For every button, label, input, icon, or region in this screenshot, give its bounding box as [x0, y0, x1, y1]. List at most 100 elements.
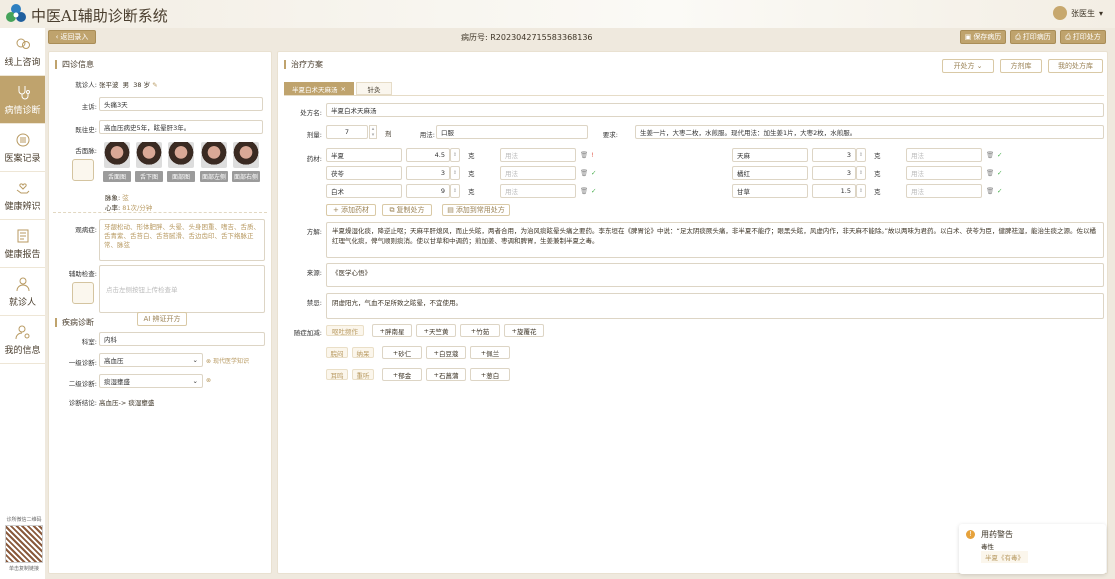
obs-text[interactable]: 牙龈松动、形体肥胖、头晕、头身困重、嗜吉、舌质、舌青紫、舌苔白、舌苔腻滑、舌边齿…	[99, 219, 265, 261]
dose-stepper[interactable]: ▴ ▾	[369, 125, 377, 139]
qty-stepper[interactable]: ⇕	[856, 184, 866, 198]
sidebar-item-diagnosis[interactable]: 病情诊断	[0, 76, 45, 124]
herb-name-input[interactable]: 半夏	[326, 148, 402, 162]
patient-sex: 男	[122, 81, 130, 89]
herb-name-input[interactable]: 茯苓	[326, 166, 402, 180]
herb-unit: 克	[870, 184, 900, 198]
qty-stepper[interactable]: ⇕	[856, 148, 866, 162]
add-herb-chip[interactable]: + 竹茹	[460, 324, 500, 337]
upload-report-icon[interactable]	[72, 282, 94, 304]
herb-unit: 克	[870, 166, 900, 180]
herb-usage-input[interactable]: 用法	[500, 148, 576, 162]
dose-input[interactable]: 7	[326, 125, 368, 139]
d2-select[interactable]: 痰湿壅盛 ⌄	[99, 374, 203, 388]
face-right-btn[interactable]: 面部右侧	[232, 171, 260, 182]
herb-qty-input[interactable]: 3	[812, 166, 856, 180]
ai-diagnose-button[interactable]: AI 辨证开方	[137, 312, 187, 326]
herb-unit: 克	[464, 166, 494, 180]
herb-usage-input[interactable]: 用法	[906, 166, 982, 180]
add-herb-button[interactable]: + 添加药材	[326, 204, 376, 216]
user-menu[interactable]: 张医生 ▾	[1052, 6, 1103, 20]
face-left-photo[interactable]	[201, 142, 227, 168]
herb-name-input[interactable]: 白术	[326, 184, 402, 198]
edit-icon[interactable]: ✎	[152, 81, 157, 89]
face-btn[interactable]: 面部图	[167, 171, 195, 182]
face-photo[interactable]	[168, 142, 194, 168]
add-herb-chip[interactable]: + 白豆蔻	[426, 346, 466, 359]
qty-stepper[interactable]: ⇕	[450, 148, 460, 162]
herb-qty-input[interactable]: 3	[812, 148, 856, 162]
d1-select[interactable]: 高血压 ⌄	[99, 353, 203, 367]
sidebar-item-consult[interactable]: 线上咨询	[0, 28, 45, 76]
sidebar-item-profile[interactable]: 我的信息	[0, 316, 45, 364]
face-left-btn[interactable]: 面部左侧	[200, 171, 228, 182]
trash-icon[interactable]: 🗑	[986, 148, 996, 162]
upload-image-icon[interactable]	[72, 159, 94, 181]
chevron-left-icon: ‹	[55, 33, 59, 41]
herb-usage-input[interactable]: 用法	[500, 184, 576, 198]
qr-code[interactable]	[5, 525, 43, 563]
copy-rx-button[interactable]: ⧉ 复制处方	[382, 204, 432, 216]
chat-icon	[16, 38, 30, 49]
trash-icon[interactable]: 🗑	[986, 166, 996, 180]
tongue-under-photo[interactable]	[136, 142, 162, 168]
trash-icon[interactable]: 🗑	[986, 184, 996, 198]
herb-qty-input[interactable]: 9	[406, 184, 450, 198]
face-right-photo[interactable]	[233, 142, 259, 168]
herb-usage-input[interactable]: 用法	[500, 166, 576, 180]
print-record-button[interactable]: ⎙ 打印病历	[1010, 30, 1056, 44]
close-circle-icon[interactable]: ⊗	[206, 377, 211, 384]
sidebar-item-report[interactable]: 健康报告	[0, 220, 45, 268]
trash-icon[interactable]: 🗑	[580, 166, 590, 180]
print-rx-button[interactable]: ⎙ 打印处方	[1060, 30, 1106, 44]
history-input[interactable]: 高血压病史5年，眩晕肝3年。	[99, 120, 263, 134]
qty-stepper[interactable]: ⇕	[450, 184, 460, 198]
herb-qty-input[interactable]: 4.5	[406, 148, 450, 162]
tab-formula[interactable]: 半夏白术天麻汤 ×	[284, 82, 354, 95]
tongue-under-btn[interactable]: 舌下图	[135, 171, 163, 182]
add-herb-chip[interactable]: + 砂仁	[382, 346, 422, 359]
herb-usage-input[interactable]: 用法	[906, 148, 982, 162]
src-text[interactable]: 《医学心悟》	[326, 263, 1104, 287]
add-herb-chip[interactable]: + 石菖蒲	[426, 368, 466, 381]
close-icon[interactable]: ×	[341, 85, 346, 93]
req-input[interactable]: 生姜一片，大枣二枚，水煎服。现代用法：加生姜1片，大枣2枚，水煎服。	[635, 125, 1104, 139]
trash-icon[interactable]: 🗑	[580, 184, 590, 198]
open-rx-button[interactable]: 开处方 ⌄	[942, 59, 994, 73]
herb-chip-label: 胖南星	[384, 327, 405, 336]
sidebar-item-records[interactable]: 医案记录	[0, 124, 45, 172]
sidebar-item-health-id[interactable]: 健康辨识	[0, 172, 45, 220]
back-button[interactable]: ‹ 返回录入	[48, 30, 96, 44]
add-common-button[interactable]: ▤ 添加到常用处方	[442, 204, 510, 216]
herb-name-input[interactable]: 橘红	[732, 166, 808, 180]
tongue-photo[interactable]	[104, 142, 130, 168]
add-herb-chip[interactable]: + 葱白	[470, 368, 510, 381]
taboo-text[interactable]: 阴虚阳亢，气血不足所致之眩晕，不宜使用。	[326, 293, 1104, 319]
tongue-btn[interactable]: 舌面图	[103, 171, 131, 182]
herb-qty-input[interactable]: 3	[406, 166, 450, 180]
trash-icon[interactable]: 🗑	[580, 148, 590, 162]
herb-usage-input[interactable]: 用法	[906, 184, 982, 198]
qty-stepper[interactable]: ⇕	[856, 166, 866, 180]
save-record-button[interactable]: ▣ 保存病历	[960, 30, 1006, 44]
modern-link[interactable]: ⊗ 现代医学知识	[206, 356, 249, 365]
my-rx-button[interactable]: 我的处方库	[1048, 59, 1103, 73]
tab-acupuncture[interactable]: 针灸	[356, 82, 392, 95]
dept-select[interactable]: 内科	[99, 332, 265, 346]
herb-qty-input[interactable]: 1.5	[812, 184, 856, 198]
herb-name-input[interactable]: 甘草	[732, 184, 808, 198]
add-herb-chip[interactable]: + 郁金	[382, 368, 422, 381]
expl-text[interactable]: 半夏燥湿化痰，降逆止呕；天麻平肝熄风，而止头眩，两者合用，为治风痰眩晕头痛之要药…	[326, 222, 1104, 258]
complaint-input[interactable]: 头痛3天	[99, 97, 263, 111]
herb-name-input[interactable]: 天麻	[732, 148, 808, 162]
toolbar: ‹ 返回录入 病历号: R2023042715583368136 ▣ 保存病历 ⎙ 打…	[48, 29, 1108, 47]
add-herb-chip[interactable]: + 佩兰	[470, 346, 510, 359]
add-herb-chip[interactable]: + 胖南星	[372, 324, 412, 337]
usage-input[interactable]: 口服	[436, 125, 588, 139]
sidebar-item-patients[interactable]: 就诊人	[0, 268, 45, 316]
add-herb-chip[interactable]: + 天竺黄	[416, 324, 456, 337]
rx-library-button[interactable]: 方剂库	[1000, 59, 1042, 73]
rx-name-input[interactable]: 半夏白术天麻汤	[326, 103, 1104, 117]
add-herb-chip[interactable]: + 旋覆花	[504, 324, 544, 337]
qty-stepper[interactable]: ⇕	[450, 166, 460, 180]
